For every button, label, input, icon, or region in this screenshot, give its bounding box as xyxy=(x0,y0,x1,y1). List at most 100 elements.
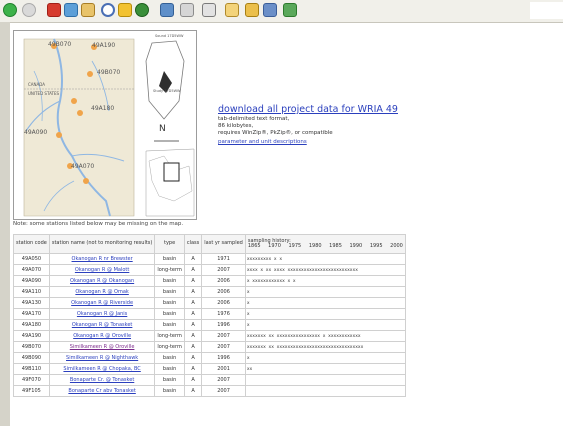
station-link[interactable]: Okanogan R @ Omak xyxy=(75,289,128,295)
header-station-code: station code xyxy=(13,234,50,254)
cell-history: x xyxy=(244,286,406,298)
map-label-49a180: 49A180 xyxy=(91,105,115,112)
cell-history xyxy=(244,374,406,386)
table-row: 49A190 Okanogan R @ Oroville long-term A 200… xyxy=(13,330,406,342)
station-link[interactable]: Okanogan R @ Malott xyxy=(75,267,129,273)
download-requires-text: requires WinZip®, PkZip®, or compatible xyxy=(218,130,333,136)
cell-class: A xyxy=(183,385,203,397)
cell-last: 2006 xyxy=(201,275,246,287)
history-year-1975: 1975 xyxy=(288,243,302,249)
print-icon[interactable] xyxy=(202,3,216,17)
table-row: 49B110 Similkameen R @ Chopaka, BC basin A 2… xyxy=(13,363,406,375)
cell-class: A xyxy=(183,308,203,320)
cell-last: 2001 xyxy=(201,363,246,375)
history-icon[interactable] xyxy=(160,3,174,17)
cell-type: basin xyxy=(154,275,185,287)
download-section: download all project data for WRIA 49 ta… xyxy=(218,104,418,145)
toolbar-corner xyxy=(530,2,563,19)
station-link[interactable]: Okanogan R @ Tonasket xyxy=(72,322,133,328)
cell-class: A xyxy=(183,253,203,265)
map-label-inset-mid: Study 17D5WW xyxy=(153,89,181,93)
table-row: 49B090 Similkameen R @ Nighthawk basin A 199… xyxy=(13,352,406,364)
cell-type: long-term xyxy=(154,341,185,353)
discuss-icon[interactable] xyxy=(263,3,277,17)
favorites-icon[interactable] xyxy=(118,3,132,17)
cell-class: A xyxy=(183,275,203,287)
download-all-data-link[interactable]: download all project data for WRIA 49 xyxy=(218,104,418,116)
cell-history: xxxx x xx xxxx xxxxxxxxxxxxxxxxxxxxxxxxx… xyxy=(244,264,406,276)
cell-type: basin xyxy=(154,286,185,298)
map-label-49b070-top: 49B070 xyxy=(48,41,72,48)
cell-type: basin xyxy=(154,253,185,265)
cell-history: xxxxxxxxx x x xyxy=(244,253,406,265)
folder-icon[interactable] xyxy=(245,3,259,17)
station-link[interactable]: Okanogan R @ Janis xyxy=(77,311,127,317)
history-year-1970: 1970 xyxy=(268,243,281,249)
cell-history: x xxxxxxxxxxxx x x xyxy=(244,275,406,287)
forward-icon[interactable] xyxy=(22,3,36,17)
cell-code: 49B090 xyxy=(13,352,50,364)
table-row: 49F070 Bonaparte Cr. @ Tonasket basin A 2007 xyxy=(13,374,406,386)
table-row: 49A090 Okanogan R @ Okanogan basin A 2006 x … xyxy=(13,275,406,287)
cell-type: basin xyxy=(154,352,185,364)
refresh-icon[interactable] xyxy=(64,3,78,17)
download-size-text: 86 kilobytes, xyxy=(218,123,254,129)
station-link[interactable]: Similkameen R @ Nighthawk xyxy=(66,355,138,361)
cell-code: 49B070 xyxy=(13,341,50,353)
cell-type: long-term xyxy=(154,330,185,342)
home-icon[interactable] xyxy=(81,3,95,17)
station-link[interactable]: Bonaparte Cr. @ Tonasket xyxy=(70,377,134,383)
table-row: 49A070 Okanogan R @ Malott long-term A 2007 … xyxy=(13,264,406,276)
station-link[interactable]: Similkameen R @ Oroville xyxy=(70,344,135,350)
cell-last: 2006 xyxy=(201,286,246,298)
history-year-1990: 1990 xyxy=(349,243,363,249)
back-icon[interactable] xyxy=(3,3,17,17)
cell-last: 1996 xyxy=(201,319,246,331)
station-link[interactable]: Okanogan R @ Oroville xyxy=(73,333,131,339)
station-link[interactable]: Bonaparte Cr abv Tonasket xyxy=(68,388,135,394)
map-note: Note: some stations listed below may be … xyxy=(13,221,184,227)
station-link[interactable]: Okanogan R nr Brewster xyxy=(72,256,133,262)
header-last-sampled: last yr sampled xyxy=(201,234,246,254)
cell-last: 2007 xyxy=(201,330,246,342)
cell-type: basin xyxy=(154,319,185,331)
table-row: 49B070 Similkameen R @ Oroville long-term A… xyxy=(13,341,406,353)
station-link[interactable]: Okanogan R @ Okanogan xyxy=(70,278,134,284)
media-icon[interactable] xyxy=(135,3,149,17)
station-link[interactable]: Similkameen R @ Chopaka, BC xyxy=(63,366,140,372)
cell-history: x xyxy=(244,319,406,331)
cell-code: 49A110 xyxy=(13,286,50,298)
header-type: type xyxy=(154,234,185,254)
cell-last: 2007 xyxy=(201,374,246,386)
history-year-1865: 1865 xyxy=(247,243,261,249)
cell-class: A xyxy=(183,374,203,386)
cell-history: xxxxxxx xx xxxxxxxxxxxxxxxxxxxxxxxxxxxxx… xyxy=(244,341,406,353)
history-year-2000: 2000 xyxy=(390,243,403,249)
messenger-icon[interactable] xyxy=(283,3,297,17)
search-icon[interactable] xyxy=(101,3,115,17)
stop-icon[interactable] xyxy=(47,3,61,17)
table-row: 49A050 Okanogan R nr Brewster basin A 1971 xx… xyxy=(13,253,406,265)
wria-map[interactable]: N 49B070 49A190 49B070 49A180 49A090 49A… xyxy=(13,30,197,220)
station-link[interactable]: Okanogan R @ Riverside xyxy=(71,300,133,306)
table-header-row: station code station name (not to monito… xyxy=(13,234,406,254)
header-sampling-history: sampling history: 1865 1970 1975 1980 19… xyxy=(244,234,406,254)
download-format-text: tab-delimited text format, xyxy=(218,116,290,122)
cell-type: basin xyxy=(154,374,185,386)
table-row: 49A110 Okanogan R @ Omak basin A 2006 x xyxy=(13,286,406,298)
cell-last: 2006 xyxy=(201,297,246,309)
mail-icon[interactable] xyxy=(180,3,194,17)
parameter-descriptions-link[interactable]: parameter and unit descriptions xyxy=(218,139,418,145)
cell-code: 49A050 xyxy=(13,253,50,265)
cell-type: basin xyxy=(154,297,185,309)
map-label-49a190: 49A190 xyxy=(92,42,116,49)
edit-icon[interactable] xyxy=(225,3,239,17)
cell-class: A xyxy=(183,341,203,353)
table-row: 49F105 Bonaparte Cr abv Tonasket basin A 200… xyxy=(13,385,406,397)
map-graphic: N xyxy=(14,31,196,219)
table-row: 49A170 Okanogan R @ Janis basin A 1976 x xyxy=(13,308,406,320)
cell-code: 49A180 xyxy=(13,319,50,331)
table-row: 49A180 Okanogan R @ Tonasket basin A 1996 x xyxy=(13,319,406,331)
cell-history: x xyxy=(244,297,406,309)
map-label-canada: CANADA xyxy=(28,82,46,87)
